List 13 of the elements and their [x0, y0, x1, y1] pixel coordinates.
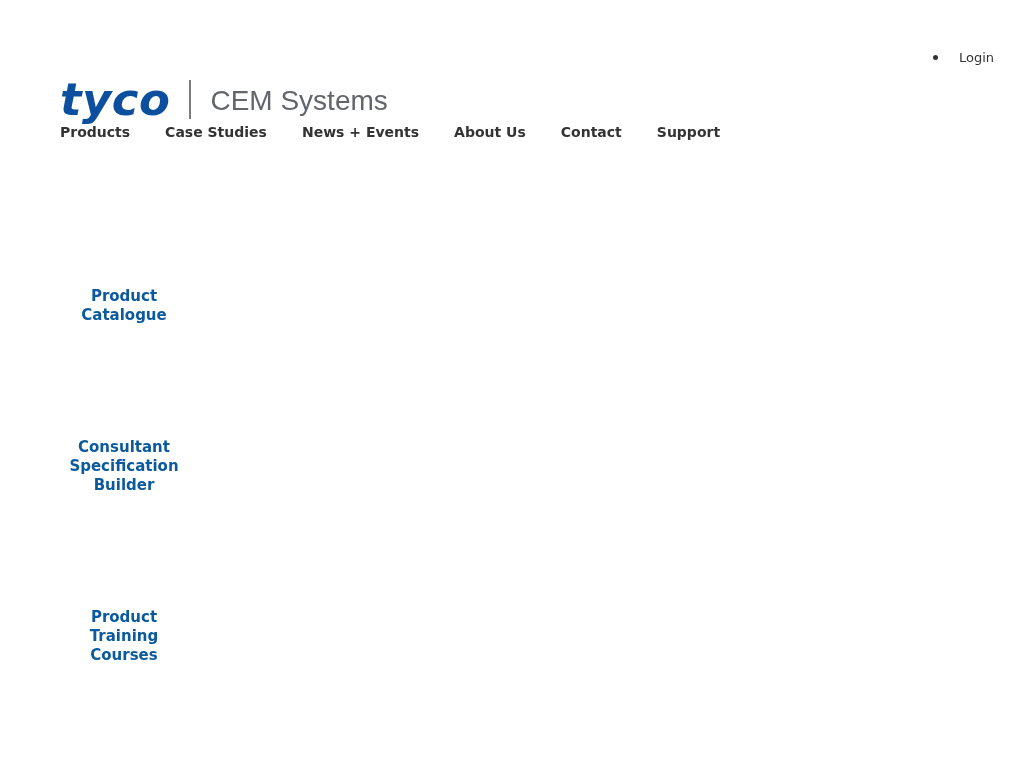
bullet-icon — [932, 55, 938, 60]
login-link[interactable]: Login — [958, 49, 994, 66]
brand-logo: tyco — [60, 73, 172, 126]
quick-link[interactable]: Product Catalogue — [59, 287, 189, 325]
nav-link[interactable]: News + Events — [301, 123, 420, 142]
nav-link[interactable]: Case Studies — [165, 123, 267, 142]
nav-link[interactable]: Contact — [560, 123, 622, 142]
nav-link[interactable]: About Us — [454, 123, 526, 142]
quick-link[interactable]: Product Training Courses — [59, 608, 189, 665]
nav-link[interactable]: Products — [60, 123, 131, 142]
nav-link[interactable]: Support — [656, 123, 721, 142]
quick-link[interactable]: Consultant Specification Builder — [59, 438, 189, 495]
product-name: CEM Systems — [210, 84, 388, 118]
